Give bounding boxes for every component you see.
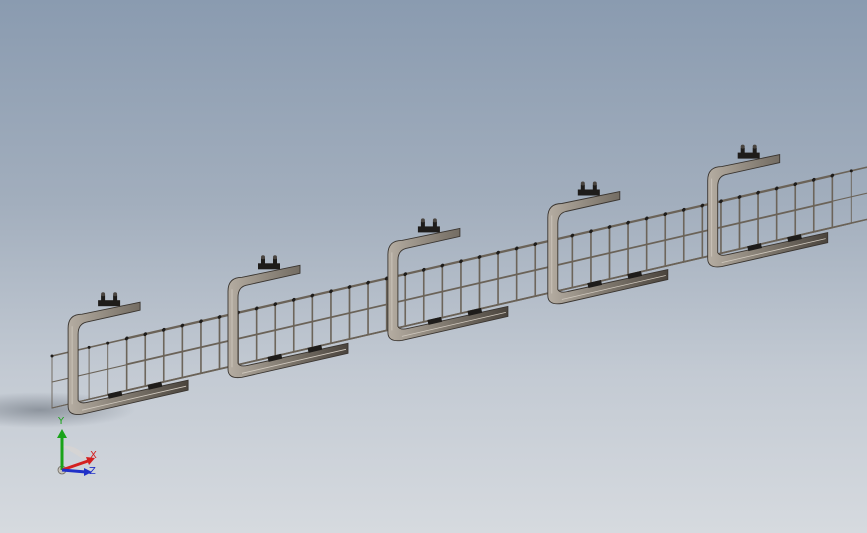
bracket-nut (101, 292, 106, 297)
weld-point (477, 255, 481, 259)
bracket-nut (432, 218, 437, 223)
weld-point (421, 268, 425, 272)
bracket-highlight (561, 275, 666, 300)
weld-point (663, 213, 667, 217)
bracket-nut (740, 144, 745, 149)
weld-point (384, 277, 388, 281)
triad-xy-arc (62, 445, 88, 462)
weld-point (681, 208, 685, 212)
triad-z-label: Z (89, 466, 96, 477)
weld-point (514, 247, 518, 251)
weld-point (366, 281, 370, 285)
weld-point (756, 191, 760, 195)
weld-point (533, 243, 537, 247)
weld-point (161, 328, 165, 332)
bracket-nut (752, 144, 757, 149)
weld-point (737, 195, 741, 199)
support-bracket (707, 144, 829, 268)
weld-point (180, 324, 184, 328)
bracket-nut (420, 218, 425, 223)
graphics-viewport[interactable]: Y X Z (0, 0, 867, 533)
bracket-body (547, 190, 669, 305)
bracket-body (227, 264, 349, 379)
weld-point (143, 333, 147, 337)
weld-point (849, 169, 853, 173)
weld-point (607, 225, 611, 229)
triad-z-axis (61, 468, 87, 474)
weld-point (440, 264, 444, 268)
weld-point (310, 294, 314, 298)
weld-point (347, 285, 351, 289)
weld-point (830, 174, 834, 178)
weld-point (719, 200, 723, 204)
weld-point (496, 251, 500, 255)
weld-point (50, 354, 54, 358)
weld-point (626, 221, 630, 225)
weld-point (793, 183, 797, 187)
coordinate-triad: Y X Z (57, 416, 97, 477)
triad-y-arrow-icon (57, 429, 67, 438)
bracket-nut (592, 181, 597, 186)
bracket-nut (580, 181, 585, 186)
weld-point (570, 234, 574, 238)
weld-point (329, 290, 333, 294)
weld-point (291, 298, 295, 302)
weld-point (774, 187, 778, 191)
bracket-nut (113, 292, 118, 297)
bracket-highlight (241, 348, 347, 374)
weld-point (459, 260, 463, 264)
weld-point (700, 204, 704, 208)
weld-point (87, 345, 91, 349)
bracket-highlight (721, 238, 826, 263)
weld-point (589, 230, 593, 234)
support-bracket (227, 255, 349, 379)
weld-point (217, 315, 221, 319)
triad-x-label: X (90, 450, 97, 461)
weld-point (106, 341, 110, 345)
triad-y-label: Y (57, 416, 65, 427)
weld-point (811, 178, 815, 182)
weld-point (403, 273, 407, 277)
support-bracket (547, 181, 669, 305)
bracket-nut (261, 255, 265, 260)
weld-point (273, 303, 277, 307)
bracket-body (707, 154, 829, 268)
weld-point (644, 217, 648, 221)
weld-point (254, 307, 258, 311)
model-scene[interactable] (0, 0, 867, 533)
bracket-nut (273, 255, 277, 260)
cable-tray-assembly[interactable] (50, 157, 867, 409)
bracket-highlight (401, 312, 506, 337)
weld-point (199, 320, 203, 324)
weld-point (124, 337, 128, 341)
